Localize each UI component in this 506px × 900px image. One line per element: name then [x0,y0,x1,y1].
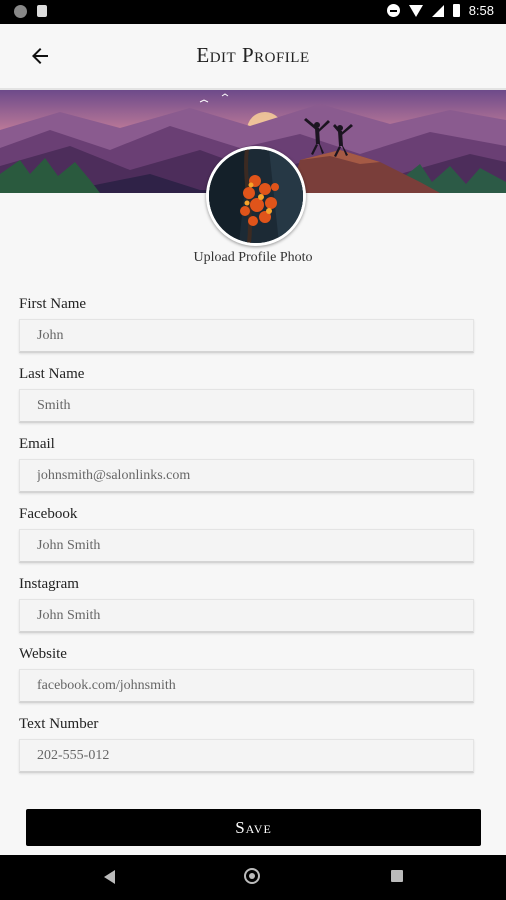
status-right-icons: 8:58 [386,3,494,18]
back-triangle-icon[interactable] [104,870,115,884]
website-input[interactable] [19,669,474,703]
recents-square-icon[interactable] [391,870,403,882]
status-time: 8:58 [468,3,494,18]
save-button[interactable]: Save [26,809,481,846]
system-nav-bar [0,855,506,900]
facebook-label: Facebook [19,506,78,522]
signal-icon [431,4,444,17]
instagram-label: Instagram [19,576,79,592]
app-bar: Edit Profile [0,24,506,90]
last-name-input[interactable] [19,389,474,423]
first-name-label: First Name [19,296,87,312]
autumn-leaves-photo [209,149,303,243]
wifi-icon [408,4,423,17]
battery-icon [452,4,460,17]
text-number-input[interactable] [19,739,474,773]
sim-icon [37,5,47,17]
website-label: Website [19,646,67,662]
last-name-label: Last Name [19,366,85,382]
email-label: Email [19,436,55,452]
upload-profile-photo-link[interactable]: Upload Profile Photo [0,250,506,266]
profile-avatar[interactable] [206,146,306,246]
page-title: Edit Profile [196,43,310,67]
status-bar: 8:58 [0,0,506,24]
notification-icon [14,5,27,18]
facebook-input[interactable] [19,529,474,563]
status-left-icons [14,5,47,18]
first-name-input[interactable] [19,319,474,353]
email-input[interactable] [19,459,474,493]
home-circle-icon[interactable] [244,868,260,884]
dnd-icon [386,4,400,17]
text-number-label: Text Number [19,716,99,732]
instagram-input[interactable] [19,599,474,633]
